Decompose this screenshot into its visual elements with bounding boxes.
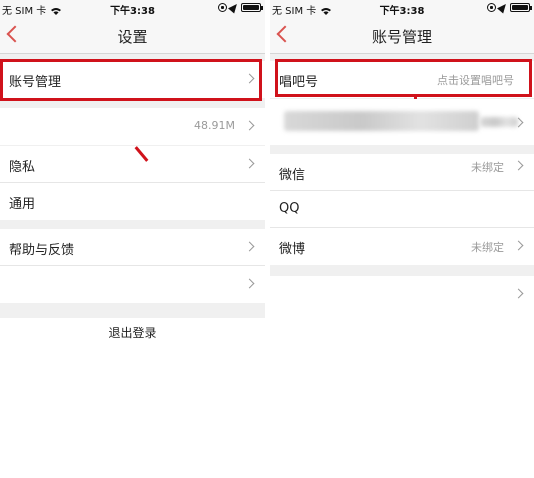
status-bar: 无 SIM 卡 下午3:38 xyxy=(270,0,534,17)
account-item-weibo[interactable]: 微博 未绑定 xyxy=(270,228,534,265)
orientation-lock-icon xyxy=(218,3,227,12)
cache-size-value: 48.91M xyxy=(194,119,235,132)
settings-item-label: 通用 xyxy=(9,197,36,212)
location-icon xyxy=(228,1,240,14)
logout-button[interactable]: 退出登录 xyxy=(0,318,265,348)
chevron-right-icon xyxy=(513,160,524,171)
nav-bar: 设置 xyxy=(0,17,265,54)
chevron-right-icon xyxy=(244,158,255,169)
settings-item-label: 隐私 xyxy=(9,160,36,175)
account-item-value: 未绑定 xyxy=(471,161,504,174)
settings-group-cache: 48.91M xyxy=(0,108,265,145)
settings-item-help-feedback[interactable]: 帮助与反馈 xyxy=(0,229,265,266)
settings-item-about[interactable] xyxy=(0,266,265,303)
account-item-wechat[interactable]: 微信 未绑定 xyxy=(270,154,534,191)
settings-item-label: 账号管理 xyxy=(9,75,62,90)
settings-group-account: 账号管理 xyxy=(0,61,265,98)
settings-item-privacy[interactable]: 隐私 xyxy=(0,146,265,183)
chevron-right-icon xyxy=(244,278,255,289)
bottom-area xyxy=(270,313,534,478)
settings-group-general: 隐私 通用 xyxy=(0,146,265,220)
status-icons xyxy=(487,1,532,14)
nav-bar: 账号管理 xyxy=(270,17,534,54)
logout-label: 退出登录 xyxy=(108,326,157,340)
account-management-screen: 无 SIM 卡 下午3:38 账号管理 唱吧号 点击设置唱吧号 微信 未绑定 Q… xyxy=(270,0,534,478)
chevron-right-icon xyxy=(244,241,255,252)
status-bar: 无 SIM 卡 下午3:38 xyxy=(0,0,265,17)
account-item-value: 未绑定 xyxy=(471,241,504,254)
redacted-content xyxy=(284,111,479,131)
settings-item-label: 帮助与反馈 xyxy=(9,243,75,258)
settings-screen: 无 SIM 卡 下午3:38 设置 账号管理 48.91M 隐私 通用 帮助与反… xyxy=(0,0,265,478)
chevron-right-icon xyxy=(244,120,255,131)
settings-item-general[interactable]: 通用 xyxy=(0,183,265,220)
page-title: 账号管理 xyxy=(371,28,432,46)
settings-item-clear-cache[interactable]: 48.91M xyxy=(0,108,265,145)
status-icons xyxy=(218,1,263,14)
battery-icon xyxy=(241,3,263,12)
account-group-id: 唱吧号 点击设置唱吧号 xyxy=(270,61,534,98)
settings-group-help: 帮助与反馈 xyxy=(0,229,265,303)
account-item-label: QQ xyxy=(279,201,300,216)
location-icon xyxy=(497,1,509,14)
account-item-changba-id[interactable]: 唱吧号 点击设置唱吧号 xyxy=(270,61,534,98)
bottom-area xyxy=(0,348,265,478)
settings-item-account[interactable]: 账号管理 xyxy=(0,61,265,98)
battery-icon xyxy=(510,3,532,12)
chevron-right-icon xyxy=(244,73,255,84)
account-group-other xyxy=(270,276,534,313)
account-item-label: 微信 xyxy=(279,168,306,183)
chevron-right-icon xyxy=(513,288,524,299)
orientation-lock-icon xyxy=(487,3,496,12)
account-group-bindings: 微信 未绑定 QQ 微博 未绑定 xyxy=(270,154,534,265)
account-group-phone xyxy=(270,99,534,145)
annotation-mark xyxy=(414,96,417,99)
chevron-right-icon xyxy=(513,240,524,251)
account-item-label: 微博 xyxy=(279,242,306,257)
account-item-qq[interactable]: QQ xyxy=(270,191,534,228)
page-title: 设置 xyxy=(117,28,148,46)
account-item-label: 唱吧号 xyxy=(279,75,319,90)
account-item-other[interactable] xyxy=(270,276,534,313)
account-item-value: 点击设置唱吧号 xyxy=(437,74,514,87)
